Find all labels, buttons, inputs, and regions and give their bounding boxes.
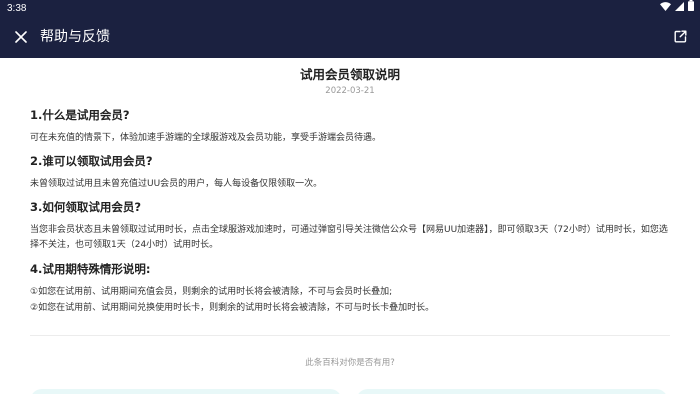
section-heading: 3.如何领取试用会员?: [30, 200, 142, 214]
app-bar: 帮助与反馈: [0, 17, 700, 58]
article-content: 试用会员领取说明 2022-03-21 1.什么是试用会员? 可在未充值的情景下…: [0, 58, 700, 394]
section-heading: 2.谁可以领取试用会员?: [30, 154, 153, 168]
system-icons: [660, 0, 694, 17]
wifi-icon: [660, 0, 671, 17]
battery-icon: [688, 0, 694, 17]
section-paragraph: ①如您在试用前、试用期间充值会员，则剩余的试用时长将会被清除，不可与会员时长叠加…: [30, 287, 393, 297]
section-paragraph: 当您非会员状态且未曾领取过试用时长，点击全球服游戏加速时，可通过弹窗引导关注微信…: [30, 225, 668, 250]
signal-icon: [675, 0, 684, 17]
status-bar: 3:38: [0, 0, 700, 17]
page-title: 帮助与反馈: [40, 29, 110, 45]
article-title: 试用会员领取说明: [299, 67, 400, 82]
external-link-icon: [674, 28, 687, 47]
feedback-not-useful-button[interactable]: [356, 389, 668, 394]
section-paragraph: ②如您在试用前、试用期间兑换使用时长卡，则剩余的试用时长将会被清除，不可与时长卡…: [30, 303, 435, 313]
feedback-question: 此条百科对你是否有用?: [305, 358, 395, 368]
open-external-button[interactable]: [670, 27, 690, 47]
status-time: 3:38: [7, 3, 27, 14]
article-date: 2022-03-21: [325, 86, 375, 96]
feedback-useful-button[interactable]: [30, 389, 342, 394]
close-icon: [15, 28, 27, 47]
section-heading: 1.什么是试用会员?: [30, 108, 130, 122]
close-button[interactable]: [11, 27, 31, 47]
divider: [30, 335, 670, 336]
section-paragraph: 未曾领取过试用且未曾充值过UU会员的用户，每人每设备仅限领取一次。: [30, 179, 323, 189]
section-paragraph: 可在未充值的情景下，体验加速手游端的全球服游戏及会员功能，享受手游端会员待遇。: [30, 133, 382, 143]
section-heading: 4.试用期特殊情形说明:: [30, 262, 151, 276]
